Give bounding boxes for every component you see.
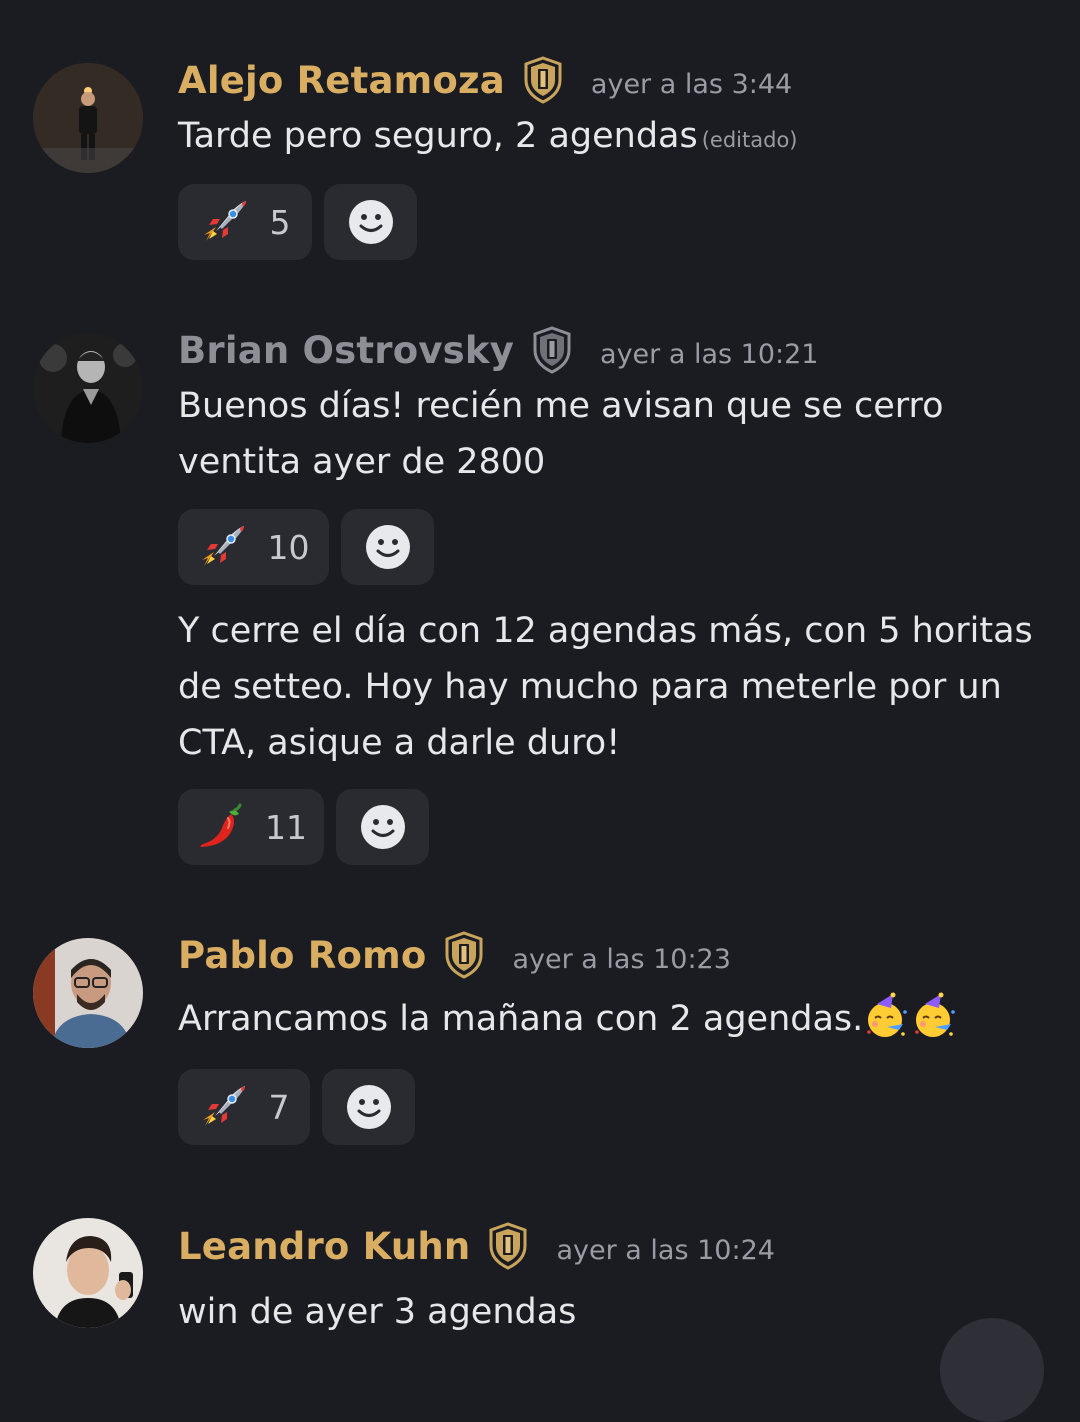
message-header: Alejo Retamoza ayer a las 3:44 — [178, 56, 792, 104]
followup-content: Y cerre el día con 12 agendas más, con 5… — [178, 611, 1033, 763]
message-content: Arrancamos la mañana con 2 agendas. — [178, 991, 1038, 1047]
message-header: Pablo Romo ayer a las 10:23 — [178, 931, 731, 979]
shield-icon[interactable] — [488, 1222, 528, 1270]
rocket-icon — [200, 197, 250, 247]
message-text: Tarde pero seguro, 2 agendas — [178, 116, 698, 156]
rocket-icon — [199, 1082, 249, 1132]
message-text: Arrancamos la mañana con 2 agendas. — [178, 999, 864, 1039]
reaction-count: 10 — [267, 527, 310, 567]
reactions: 10 — [178, 509, 434, 585]
timestamp: ayer a las 10:24 — [556, 1234, 775, 1266]
edited-label: (editado) — [701, 128, 798, 152]
smiley-icon — [347, 198, 395, 246]
timestamp: ayer a las 3:44 — [590, 68, 793, 100]
username[interactable]: Brian Ostrovsky — [178, 329, 514, 372]
timestamp: ayer a las 10:21 — [600, 338, 819, 370]
smiley-icon — [364, 523, 412, 571]
add-reaction-button[interactable] — [322, 1069, 415, 1145]
add-reaction-button[interactable] — [324, 184, 417, 260]
add-reaction-button[interactable] — [336, 789, 429, 865]
reaction-count: 11 — [265, 807, 307, 847]
add-reaction-button[interactable] — [341, 509, 434, 585]
shield-icon[interactable] — [523, 56, 563, 104]
reactions: 7 — [178, 1069, 415, 1145]
message-header: Brian Ostrovsky ayer a las 10:21 — [178, 326, 818, 374]
reaction-rocket[interactable]: 7 — [178, 1069, 310, 1145]
reactions: 5 — [178, 184, 417, 260]
username[interactable]: Alejo Retamoza — [178, 59, 505, 102]
avatar[interactable] — [33, 333, 143, 443]
jump-to-present-button[interactable] — [940, 1318, 1044, 1422]
partying-face-icon — [863, 992, 911, 1040]
reaction-rocket[interactable]: 5 — [178, 184, 312, 260]
smiley-icon — [345, 1083, 393, 1131]
shield-icon[interactable] — [532, 326, 572, 374]
avatar[interactable] — [33, 1218, 143, 1328]
reactions: 11 — [178, 789, 429, 865]
reaction-count: 7 — [268, 1087, 290, 1127]
reaction-count: 5 — [269, 202, 291, 242]
timestamp: ayer a las 10:23 — [512, 943, 731, 975]
message-content: Buenos días! recién me avisan que se cer… — [178, 386, 944, 482]
rocket-icon — [198, 522, 248, 572]
partying-face-icon — [911, 992, 959, 1040]
smiley-icon — [359, 803, 407, 851]
reaction-rocket[interactable]: 10 — [178, 509, 329, 585]
message-content: win de ayer 3 agendas — [178, 1292, 577, 1332]
avatar[interactable] — [33, 63, 143, 173]
username[interactable]: Pablo Romo — [178, 934, 426, 977]
shield-icon[interactable] — [444, 931, 484, 979]
username[interactable]: Leandro Kuhn — [178, 1225, 470, 1268]
message-header: Leandro Kuhn ayer a las 10:24 — [178, 1222, 775, 1270]
avatar[interactable] — [33, 938, 143, 1048]
chili-pepper-icon — [195, 802, 245, 852]
message-content: Tarde pero seguro, 2 agendas (editado) — [178, 108, 1038, 168]
reaction-chili[interactable]: 11 — [178, 789, 324, 865]
